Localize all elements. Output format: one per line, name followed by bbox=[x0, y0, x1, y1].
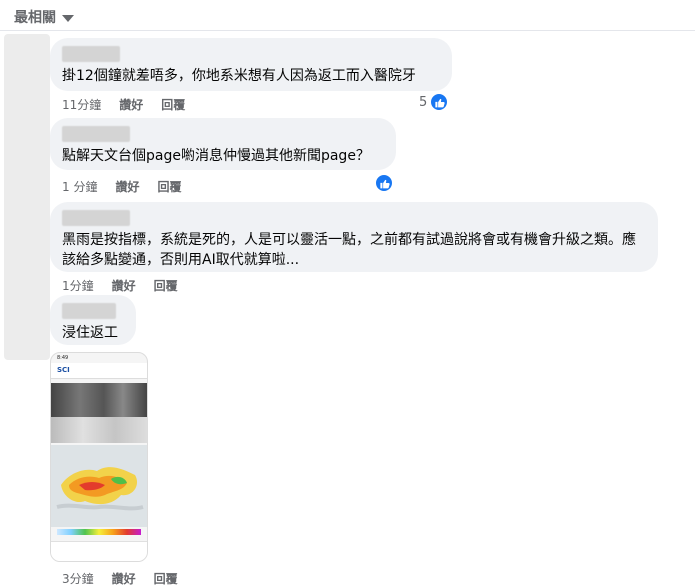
radar-legend bbox=[57, 529, 141, 535]
sort-dropdown[interactable]: 最相關 bbox=[14, 7, 74, 27]
photo-strip-secondary bbox=[51, 417, 147, 443]
comment-time[interactable]: 11分鐘 bbox=[62, 96, 101, 113]
like-button[interactable]: 讚好 bbox=[119, 96, 143, 113]
comment-time[interactable]: 3分鐘 bbox=[62, 570, 94, 585]
comment-bubble-3: 黑雨是按指標，系統是死的，人是可以靈活一點，之前都有試過說將會或有機會升級之類。… bbox=[50, 202, 658, 272]
attached-image[interactable]: 8:49 SCI bbox=[50, 352, 148, 562]
reply-button[interactable]: 回覆 bbox=[161, 96, 185, 113]
sort-label: 最相關 bbox=[14, 10, 56, 26]
reaction-summary-1[interactable]: 5 bbox=[419, 93, 449, 111]
reply-button[interactable]: 回覆 bbox=[157, 178, 181, 195]
thumbs-up-icon bbox=[375, 174, 393, 192]
reaction-count: 5 bbox=[419, 94, 428, 110]
comment-time[interactable]: 1分鐘 bbox=[62, 277, 94, 294]
commenter-name[interactable] bbox=[62, 303, 116, 319]
reply-button[interactable]: 回覆 bbox=[154, 277, 178, 294]
chevron-down-icon bbox=[62, 14, 74, 22]
phone-status-bar: 8:49 bbox=[57, 355, 69, 361]
comment-bubble-2: 點解天文台個page喲消息仲慢過其他新聞page？ bbox=[50, 118, 396, 170]
rain-radar-map bbox=[51, 445, 147, 527]
photo-strip bbox=[51, 383, 147, 417]
comment-text: 點解天文台個page喲消息仲慢過其他新聞page？ bbox=[62, 148, 370, 164]
avatar-column bbox=[4, 34, 50, 360]
like-button[interactable]: 讚好 bbox=[112, 277, 136, 294]
comment-actions-4: 3分鐘 讚好 回覆 bbox=[62, 570, 196, 585]
commenter-name[interactable] bbox=[62, 46, 120, 62]
comment-text: 黑雨是按指標，系統是死的，人是可以靈活一點，之前都有試過說將會或有機會升級之類。… bbox=[62, 232, 636, 268]
like-button[interactable]: 讚好 bbox=[112, 570, 136, 585]
reply-button[interactable]: 回覆 bbox=[154, 570, 178, 585]
commenter-name[interactable] bbox=[62, 210, 130, 226]
reaction-summary-2[interactable] bbox=[375, 174, 393, 192]
commenter-name[interactable] bbox=[62, 126, 130, 142]
comment-actions-3: 1分鐘 讚好 回覆 bbox=[62, 277, 196, 294]
comment-bubble-1: 掛12個鐘就差唔多，你地系米想有人因為返工而入醫院牙 bbox=[50, 38, 452, 91]
phone-browser-bar bbox=[51, 541, 147, 561]
comment-actions-1: 11分鐘 讚好 回覆 bbox=[62, 96, 203, 113]
divider bbox=[0, 30, 695, 31]
comment-text: 浸住返工 bbox=[62, 325, 118, 341]
site-logo: SCI bbox=[51, 363, 147, 379]
like-button[interactable]: 讚好 bbox=[115, 178, 139, 195]
comment-bubble-4: 浸住返工 bbox=[50, 295, 136, 345]
comment-time[interactable]: 1 分鐘 bbox=[62, 178, 97, 195]
comment-text: 掛12個鐘就差唔多，你地系米想有人因為返工而入醫院牙 bbox=[62, 68, 416, 84]
thumbs-up-icon bbox=[430, 93, 449, 111]
comment-actions-2: 1 分鐘 讚好 回覆 bbox=[62, 178, 199, 195]
